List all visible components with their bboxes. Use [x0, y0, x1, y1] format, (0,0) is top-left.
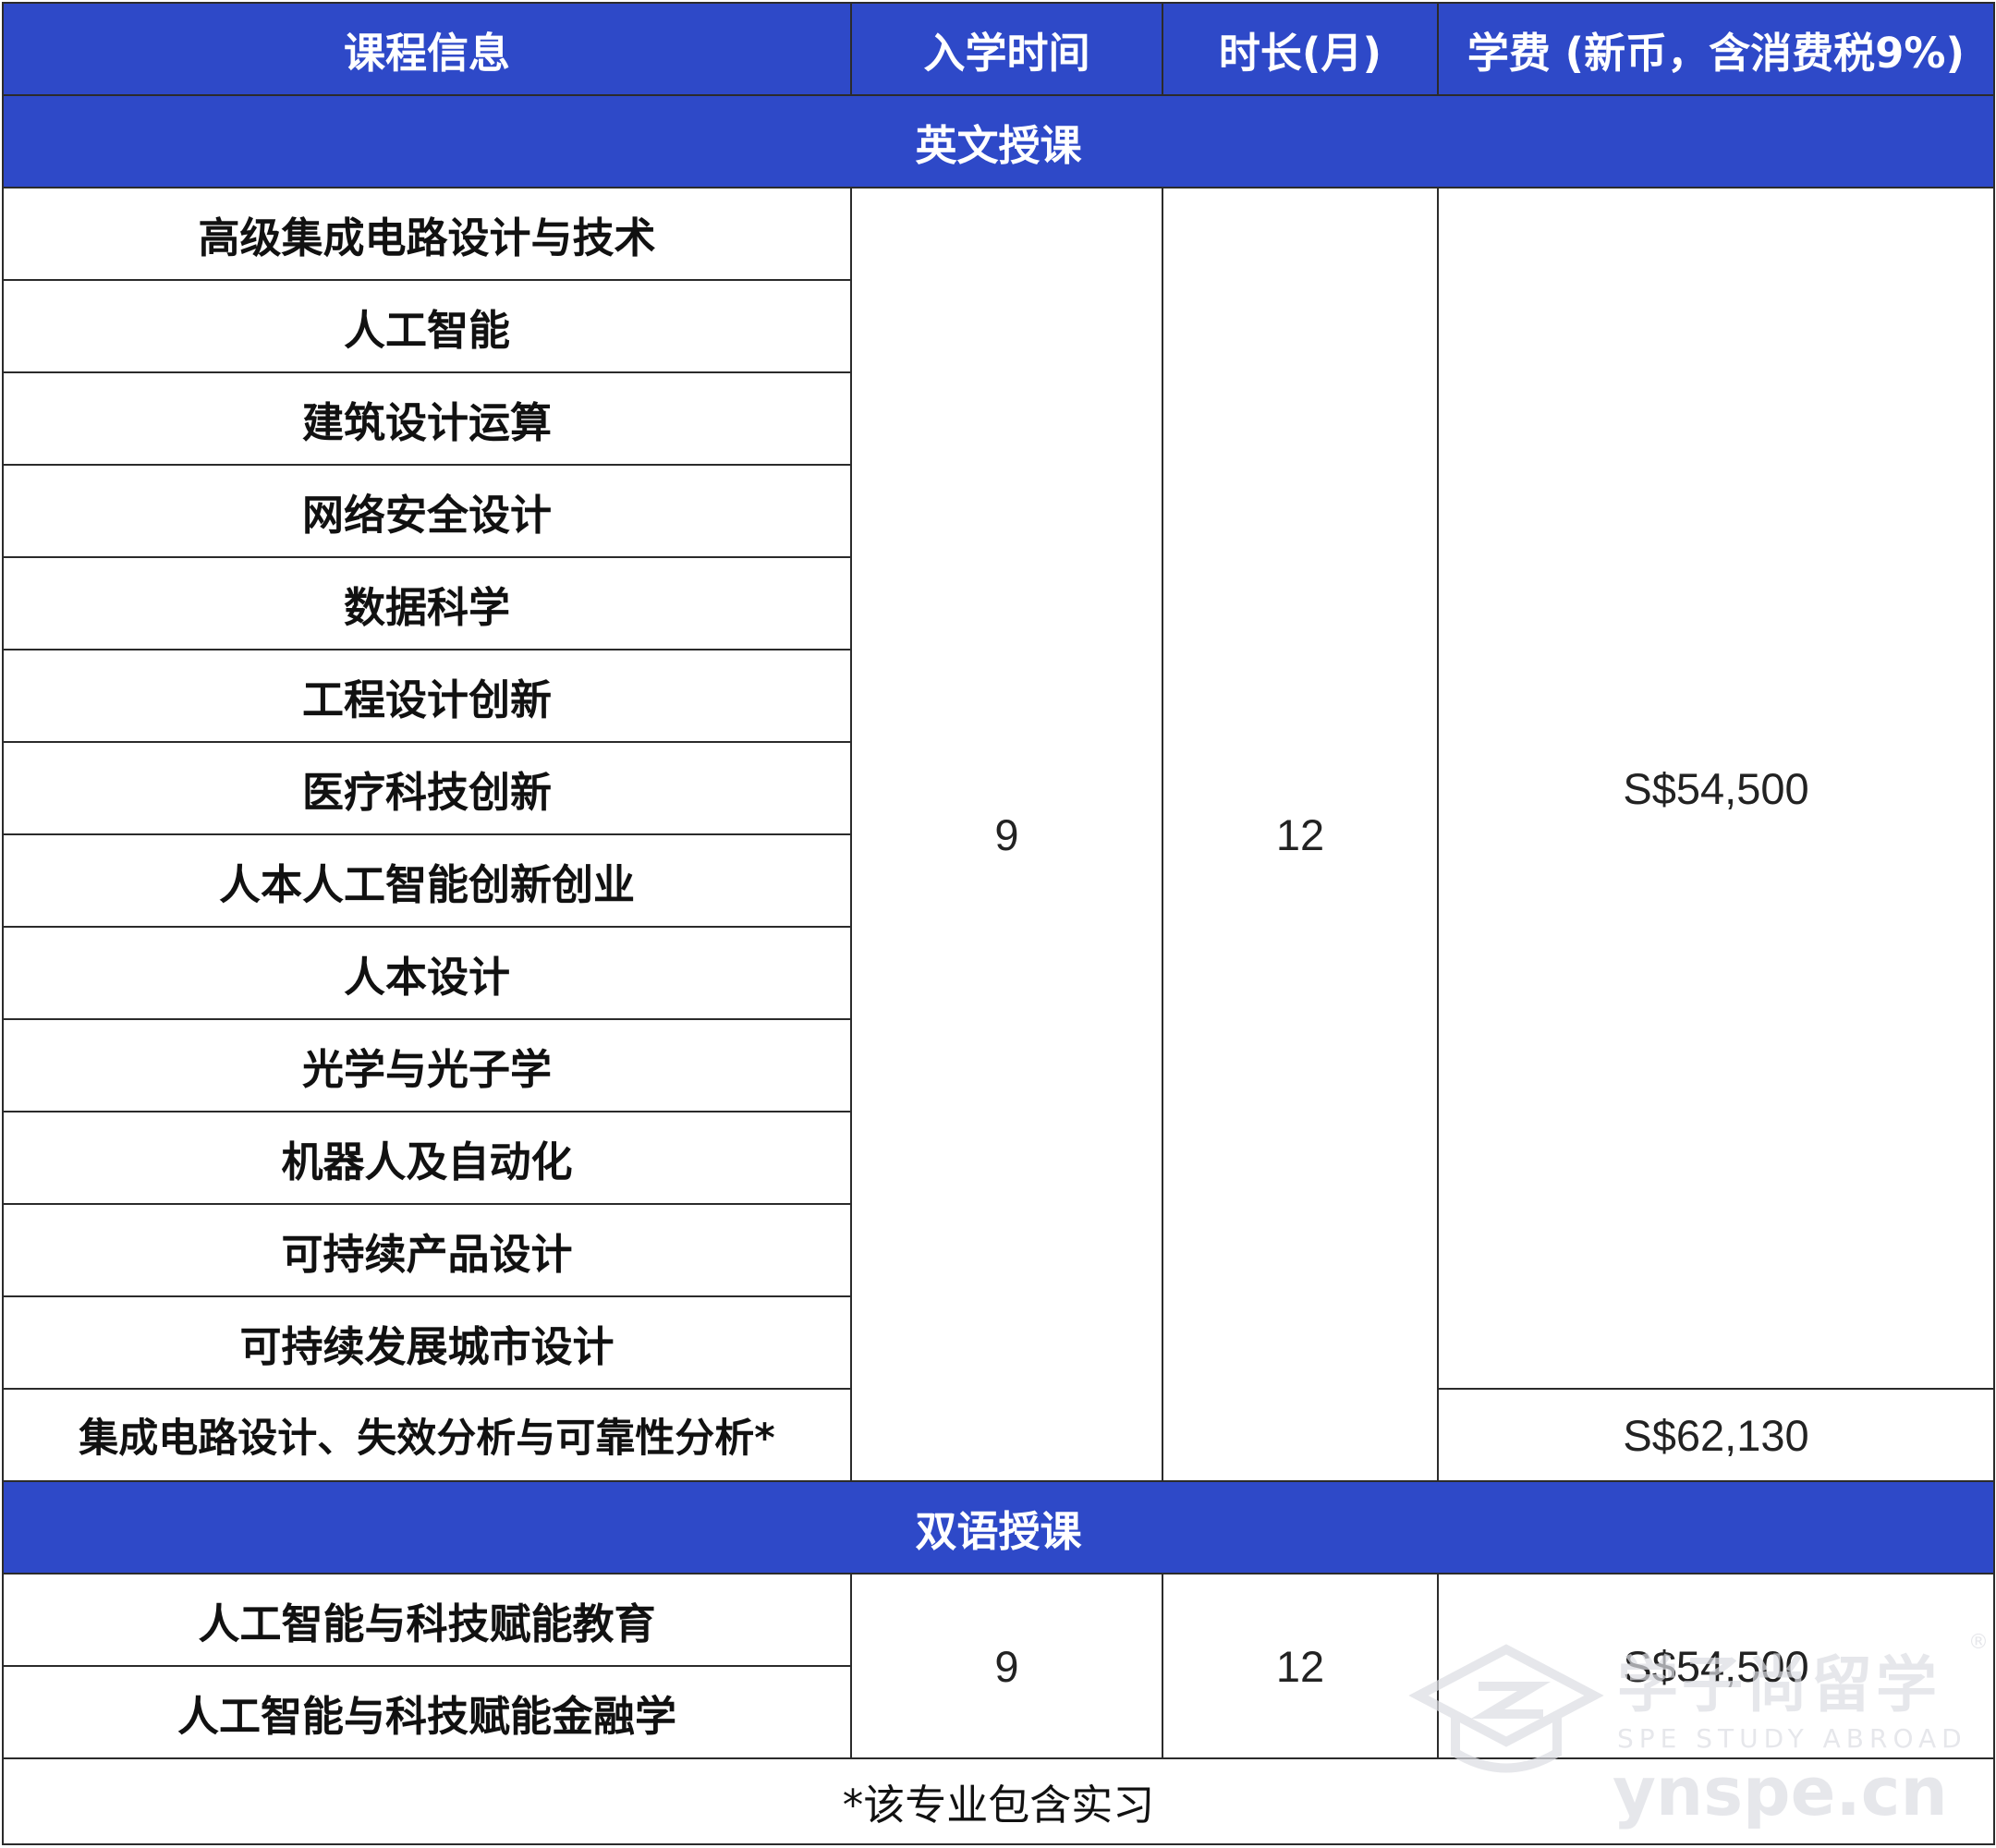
header-intake: 入学时间	[850, 2, 1163, 96]
course-name: 可持续发展城市设计	[2, 1295, 852, 1390]
course-name: 人本人工智能创新创业	[2, 833, 852, 928]
course-name: 建筑设计运算	[2, 371, 852, 466]
header-fee: 学费 (新币，含消费税9%)	[1437, 2, 1995, 96]
course-name: 高级集成电路设计与技术	[2, 187, 852, 281]
fee-value: S$54,500	[1437, 187, 1995, 1390]
course-name: 人工智能与科技赋能金融学	[2, 1665, 852, 1759]
program-table: 课程信息 入学时间 时长(月) 学费 (新币，含消费税9%) 英文授课 高级集成…	[2, 2, 1995, 1845]
section-title: 英文授课	[2, 94, 1995, 188]
section-row-bilingual: 双语授课	[2, 1480, 1995, 1574]
footnote-row: *该专业包含实习	[2, 1757, 1995, 1845]
section-title: 双语授课	[2, 1480, 1995, 1574]
course-name: 医疗科技创新	[2, 741, 852, 835]
course-name: 数据科学	[2, 556, 852, 650]
course-name: 机器人及自动化	[2, 1111, 852, 1205]
fee-value: S$54,500	[1437, 1573, 1995, 1759]
course-name: 网络安全设计	[2, 464, 852, 558]
intake-value: 9	[850, 187, 1163, 1482]
course-name: 光学与光子学	[2, 1018, 852, 1112]
fee-value: S$62,130	[1437, 1388, 1995, 1482]
course-name: 人工智能	[2, 279, 852, 373]
course-name: 工程设计创新	[2, 649, 852, 743]
footnote: *该专业包含实习	[2, 1757, 1995, 1845]
course-name: 人工智能与科技赋能教育	[2, 1573, 852, 1667]
section-row-english: 英文授课	[2, 94, 1995, 188]
duration-value: 12	[1162, 1573, 1439, 1759]
table-row: 高级集成电路设计与技术 9 12 S$54,500	[2, 187, 1995, 1482]
course-name: 集成电路设计、失效分析与可靠性分析*	[2, 1388, 852, 1482]
header-duration: 时长(月)	[1162, 2, 1439, 96]
intake-value: 9	[850, 1573, 1163, 1759]
table-row: 人工智能与科技赋能教育 9 12 S$54,500	[2, 1573, 1995, 1759]
header-row: 课程信息 入学时间 时长(月) 学费 (新币，含消费税9%)	[2, 2, 1995, 96]
duration-value: 12	[1162, 187, 1439, 1482]
course-name: 人本设计	[2, 926, 852, 1020]
course-name: 可持续产品设计	[2, 1203, 852, 1297]
header-course: 课程信息	[2, 2, 852, 96]
